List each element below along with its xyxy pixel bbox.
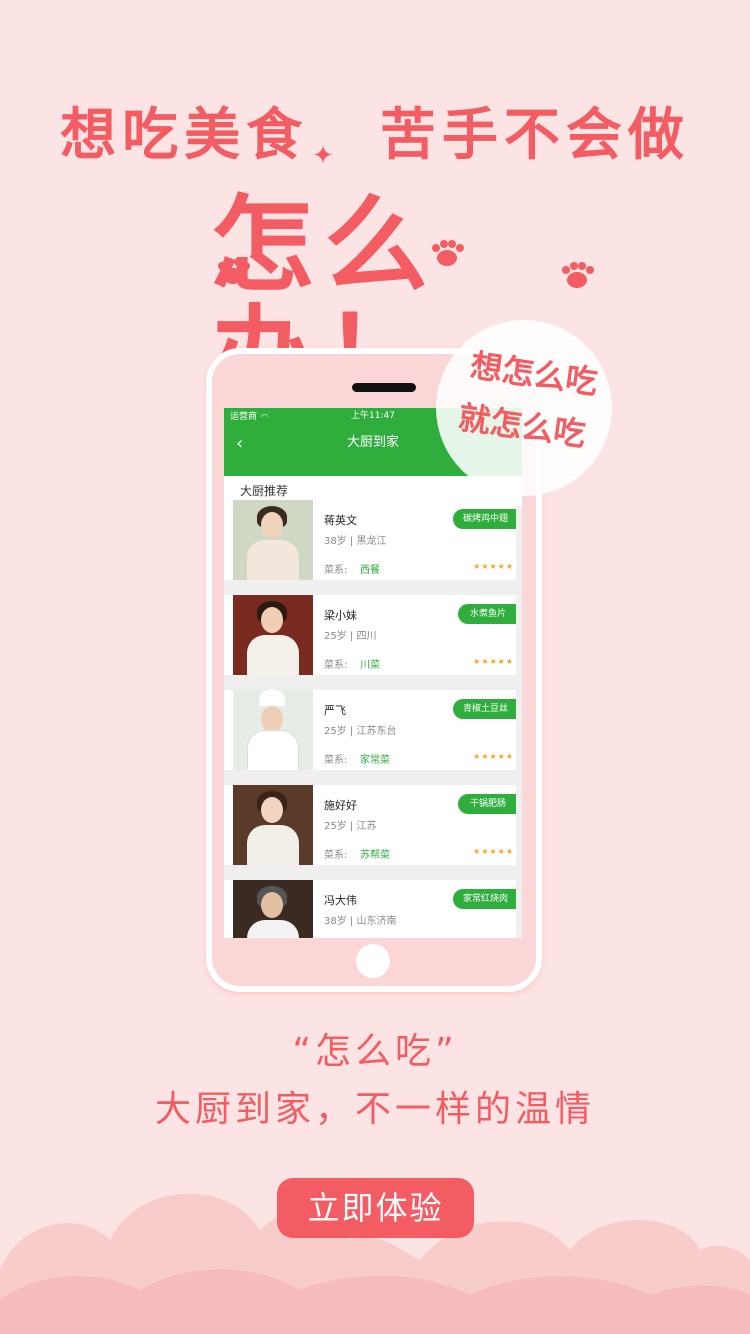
chef-meta: 25岁 | 江苏东台 xyxy=(324,726,397,737)
chef-name: 严飞 xyxy=(324,704,346,717)
chef-name: 施好好 xyxy=(324,799,357,812)
signature-dish-badge[interactable]: 青椒土豆丝 xyxy=(452,699,516,719)
tagline-text: 大厨到家，不一样的温情 xyxy=(154,1089,595,1130)
chef-name: 冯大伟 xyxy=(324,894,357,907)
sparkle-icon: ✦ xyxy=(312,141,340,171)
headline-text-left: 想吃美食 xyxy=(60,103,309,168)
cuisine-label: 菜系: xyxy=(324,755,348,766)
chef-name: 梁小妹 xyxy=(324,609,357,622)
chef-card[interactable]: 施好好 25岁 | 江苏 菜系: 苏帮菜 干锅肥肠 ★★★★★ xyxy=(224,785,516,865)
cuisine-value: 西餐 xyxy=(360,565,380,576)
chef-avatar xyxy=(233,785,313,865)
cuisine-label: 菜系: xyxy=(324,850,348,861)
signature-dish-badge[interactable]: 水煮鱼片 xyxy=(458,604,516,624)
cuisine-label: 菜系: xyxy=(324,565,348,576)
headline-text-right: 苦手不会做 xyxy=(379,103,690,168)
chef-card[interactable]: 蒋英文 38岁 | 黑龙江 菜系: 西餐 碳烤鸡中翅 ★★★★★ xyxy=(224,500,516,580)
signature-dish-badge[interactable]: 碳烤鸡中翅 xyxy=(452,509,516,529)
chef-avatar xyxy=(233,880,313,938)
phone-speaker xyxy=(352,383,416,392)
try-now-button[interactable]: 立即体验 xyxy=(277,1178,474,1238)
cuisine-value: 川菜 xyxy=(360,660,380,671)
bubble-text-2: 就怎么吃 xyxy=(455,398,589,454)
headline-line-1: 想吃美食 ✦ 苦手不会做 xyxy=(0,96,750,176)
chef-avatar xyxy=(233,690,313,770)
signature-dish-badge[interactable]: 家常红烧肉 xyxy=(452,889,516,909)
chef-avatar xyxy=(233,595,313,675)
phone-home-button xyxy=(356,944,390,978)
chef-hat-icon xyxy=(259,690,285,706)
chef-name: 蒋英文 xyxy=(324,514,357,527)
chef-avatar xyxy=(233,500,313,580)
chef-meta: 25岁 | 四川 xyxy=(324,631,377,642)
rating-stars: ★★★★★ xyxy=(473,752,514,761)
chef-card[interactable]: 严飞 25岁 | 江苏东台 菜系: 家常菜 青椒土豆丝 ★★★★★ xyxy=(224,690,516,770)
chef-card[interactable]: 冯大伟 38岁 | 山东济南 家常红烧肉 xyxy=(224,880,516,938)
cuisine-label: 菜系: xyxy=(324,660,348,671)
paw-icon xyxy=(560,262,594,290)
rating-stars: ★★★★★ xyxy=(473,847,514,856)
cuisine-value: 苏帮菜 xyxy=(360,850,390,861)
rating-stars: ★★★★★ xyxy=(473,562,514,571)
chef-meta: 38岁 | 山东济南 xyxy=(324,916,397,927)
quote-text: “怎么吃” xyxy=(292,1031,458,1072)
chef-card[interactable]: 梁小妹 25岁 | 四川 菜系: 川菜 水煮鱼片 ★★★★★ xyxy=(224,595,516,675)
paw-icon xyxy=(216,258,250,286)
chef-meta: 38岁 | 黑龙江 xyxy=(324,536,387,547)
signature-dish-badge[interactable]: 干锅肥肠 xyxy=(458,794,516,814)
rating-stars: ★★★★★ xyxy=(473,657,514,666)
bubble-text-1: 想怎么吃 xyxy=(467,346,601,402)
paw-icon xyxy=(430,240,464,268)
chef-meta: 25岁 | 江苏 xyxy=(324,821,377,832)
speech-bubble: 想怎么吃 就怎么吃 xyxy=(436,320,612,496)
app-screen: 上午11:47 运营商 ◠ ‹ 大厨到家 大厨推荐 蒋英文 38岁 | 黑龙江 菜… xyxy=(224,408,522,938)
cuisine-value: 家常菜 xyxy=(360,755,390,766)
